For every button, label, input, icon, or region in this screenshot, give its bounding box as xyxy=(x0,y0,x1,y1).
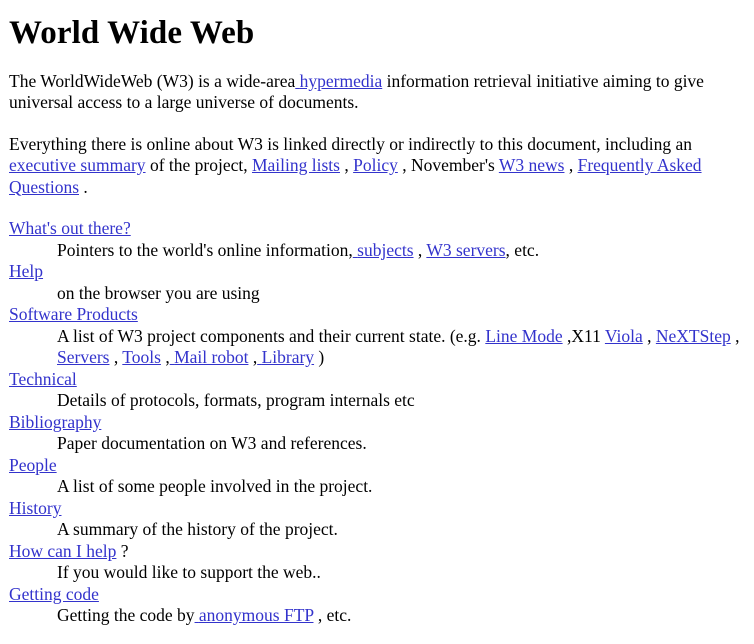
index-description-text: ,X11 xyxy=(562,325,605,346)
link-executive-summary[interactable]: executive summary xyxy=(9,155,146,175)
index-description: A list of some people involved in the pr… xyxy=(57,476,745,498)
index-term-link[interactable]: Software Products xyxy=(9,304,138,324)
index-description: If you would like to support the web.. xyxy=(57,562,745,584)
index-term: Bibliography xyxy=(9,412,745,434)
index-description-link[interactable]: Viola xyxy=(605,326,643,346)
index-term-link[interactable]: Technical xyxy=(9,369,77,389)
everything-text-2: of the project, xyxy=(145,155,252,176)
index-term-link[interactable]: History xyxy=(9,498,62,518)
index-description-text: Paper documentation on W3 and references… xyxy=(57,433,367,454)
everything-paragraph: Everything there is online about W3 is l… xyxy=(9,134,745,199)
index-description: A summary of the history of the project. xyxy=(57,519,745,541)
index-term: Software Products xyxy=(9,304,745,326)
index-term: History xyxy=(9,498,745,520)
index-description-text: , etc. xyxy=(505,239,540,260)
index-description-text: If you would like to support the web.. xyxy=(57,562,321,583)
index-term: What's out there? xyxy=(9,218,745,240)
index-term: Technical xyxy=(9,369,745,391)
index-term-link[interactable]: Help xyxy=(9,261,43,281)
link-w3-news[interactable]: W3 news xyxy=(499,155,565,175)
index-description-text: , xyxy=(730,325,740,346)
index-term-link[interactable]: Bibliography xyxy=(9,412,101,432)
page-root: World Wide Web The WorldWideWeb (W3) is … xyxy=(0,16,754,627)
index-description-text: Getting the code by xyxy=(57,605,195,626)
index-description-text: ) xyxy=(314,347,325,368)
index-description-text: A list of W3 project components and thei… xyxy=(57,325,486,346)
index-description-link[interactable]: subjects xyxy=(353,240,413,260)
intro-paragraph: The WorldWideWeb (W3) is a wide-area hype… xyxy=(9,71,745,114)
index-description-link[interactable]: Line Mode xyxy=(485,326,562,346)
index-description: A list of W3 project components and thei… xyxy=(57,326,745,369)
index-term-link[interactable]: Getting code xyxy=(9,584,99,604)
everything-text-1: Everything there is online about W3 is l… xyxy=(9,133,693,154)
everything-text-4: , November's xyxy=(397,155,499,176)
index-description-text: , xyxy=(248,347,258,368)
index-description-text: Details of protocols, formats, program i… xyxy=(57,390,415,411)
index-term-link[interactable]: How can I help xyxy=(9,541,116,561)
index-term: People xyxy=(9,455,745,477)
link-mailing-lists[interactable]: Mailing lists xyxy=(252,155,340,175)
index-description-text: , xyxy=(109,347,123,368)
index-term-suffix: ? xyxy=(116,540,129,561)
index-description-link[interactable]: Mail robot xyxy=(170,347,248,367)
index-description-text: , xyxy=(413,239,427,260)
index-description-link[interactable]: Tools xyxy=(122,347,161,367)
index-description-text: A list of some people involved in the pr… xyxy=(57,476,373,497)
page-title: World Wide Web xyxy=(9,15,255,51)
index-description-link[interactable]: Servers xyxy=(57,347,109,367)
index-definition-list: What's out there? Pointers to the world's… xyxy=(9,218,745,627)
everything-text-5: , xyxy=(564,155,578,176)
everything-text-3: , xyxy=(339,155,354,176)
index-term: How can I help ? xyxy=(9,541,745,563)
everything-text-6: . xyxy=(79,176,88,197)
intro-text-before: The WorldWideWeb (W3) is a wide-area xyxy=(9,70,296,91)
index-description-link[interactable]: Library xyxy=(257,347,314,367)
index-term: Getting code xyxy=(9,584,745,606)
index-description-text: , xyxy=(160,347,170,368)
index-term-link[interactable]: People xyxy=(9,455,57,475)
link-hypermedia[interactable]: hypermedia xyxy=(295,71,383,91)
index-description: Pointers to the world's online informati… xyxy=(57,240,745,262)
index-description: Paper documentation on W3 and references… xyxy=(57,433,745,455)
index-description-link[interactable]: NeXTStep xyxy=(656,326,731,346)
index-term-link[interactable]: What's out there? xyxy=(9,218,131,238)
index-description: on the browser you are using xyxy=(57,283,745,305)
index-description-text: A summary of the history of the project. xyxy=(57,519,338,540)
index-description-text: Pointers to the world's online informati… xyxy=(57,239,353,260)
index-description-text: on the browser you are using xyxy=(57,282,260,303)
link-policy[interactable]: Policy xyxy=(353,155,398,175)
index-term: Help xyxy=(9,261,745,283)
index-description-link[interactable]: W3 servers xyxy=(426,240,505,260)
index-description-text: , xyxy=(642,325,656,346)
index-description: Getting the code by anonymous FTP , etc. xyxy=(57,605,745,627)
index-description-link[interactable]: anonymous FTP xyxy=(195,605,314,625)
index-description-text: , etc. xyxy=(313,605,352,626)
index-description: Details of protocols, formats, program i… xyxy=(57,390,745,412)
